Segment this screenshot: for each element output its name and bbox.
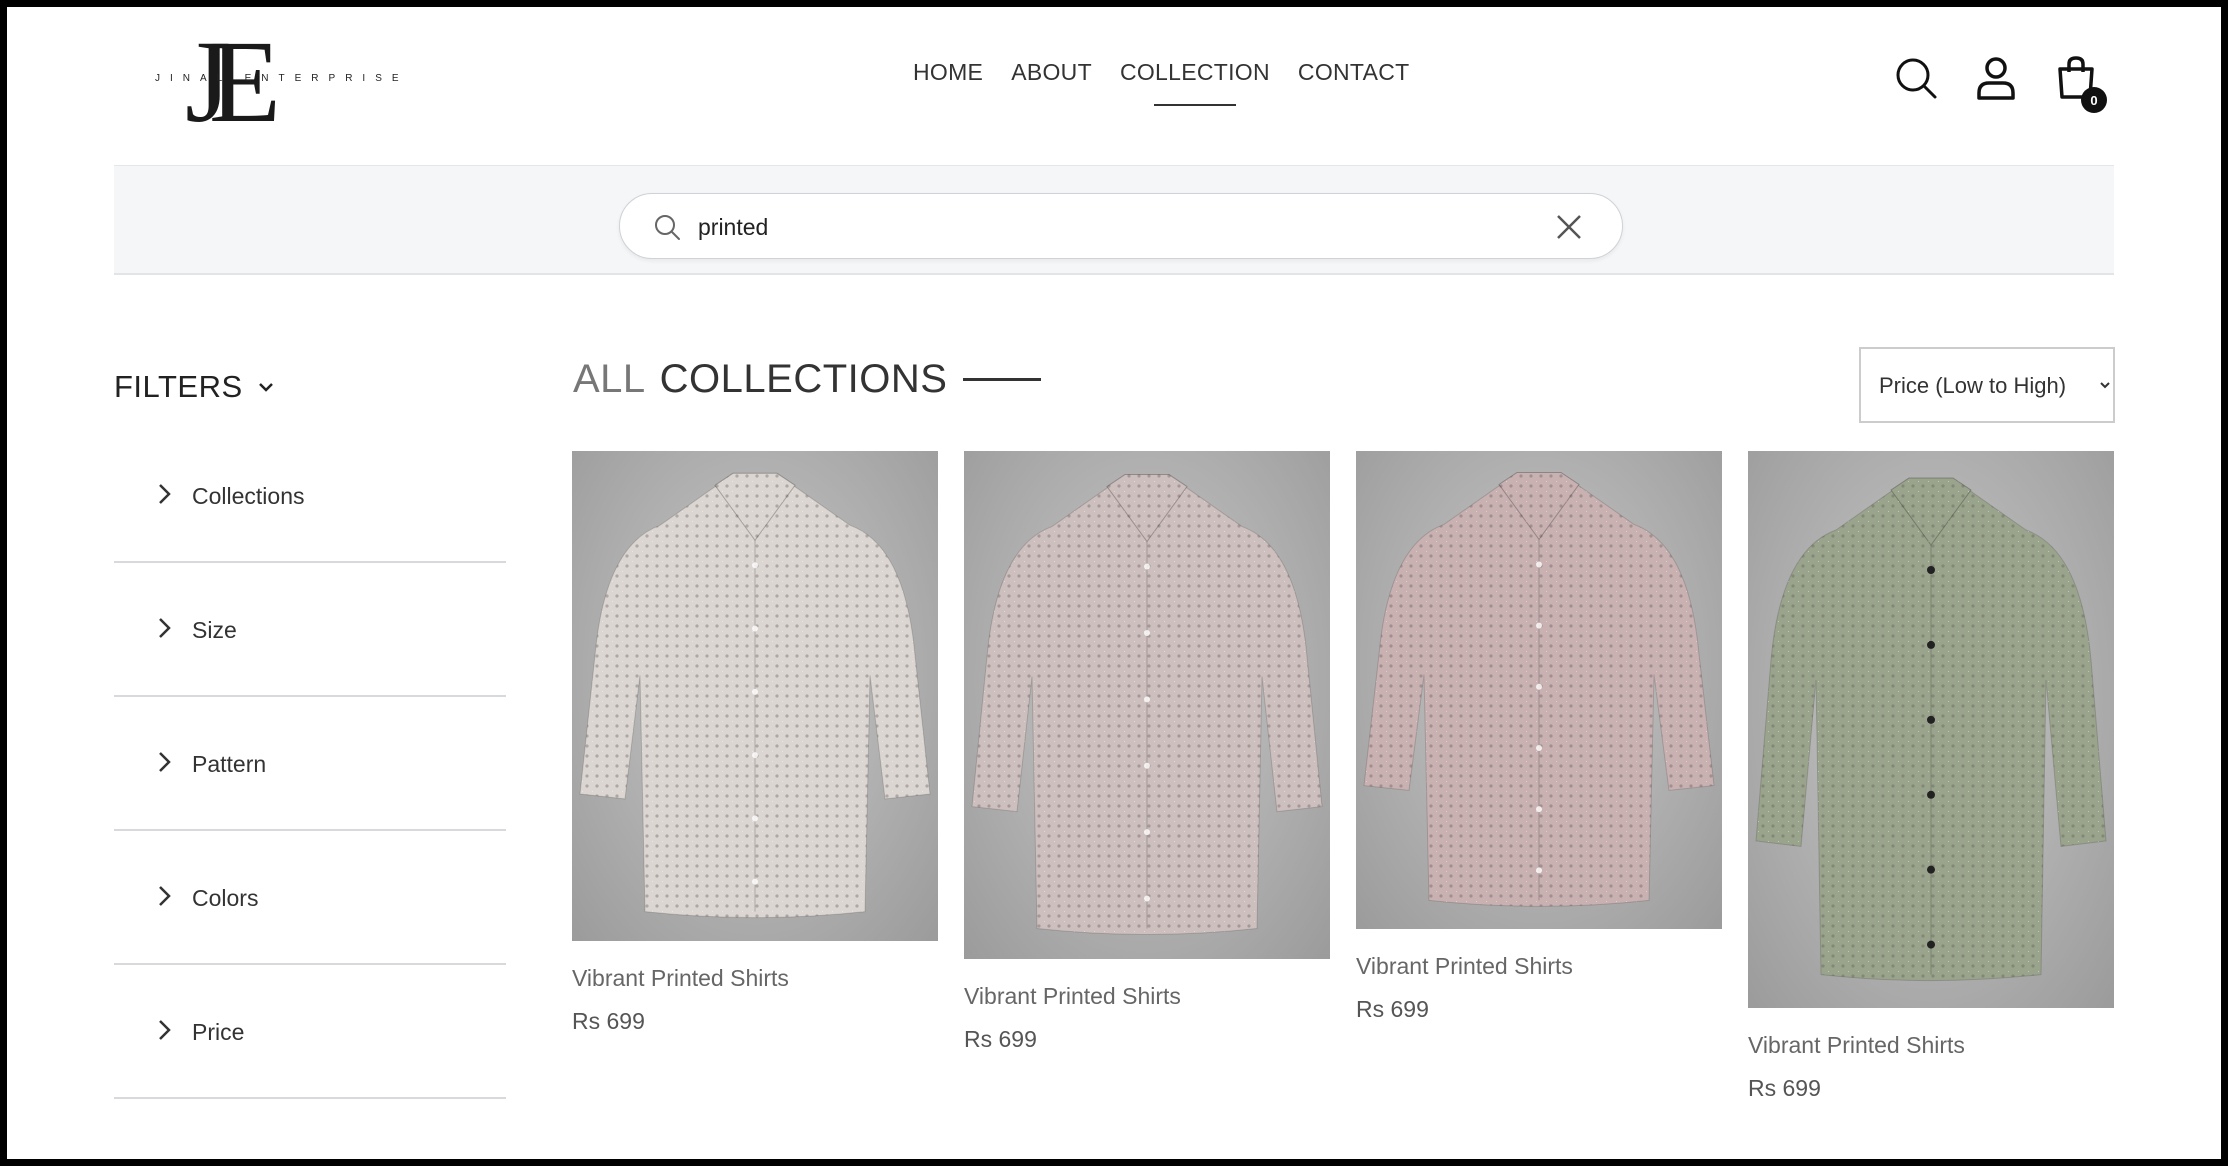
shirt-image xyxy=(1363,471,1715,907)
shirt-button xyxy=(1144,895,1150,902)
shirt-button xyxy=(1927,865,1935,874)
product-image[interactable] xyxy=(1356,451,1722,929)
heading-rule xyxy=(963,378,1042,381)
product-card[interactable]: Vibrant Printed Shirts Rs 699 xyxy=(1748,451,2114,1102)
nav-contact[interactable]: CONTACT xyxy=(1298,59,1410,86)
chevron-right-icon xyxy=(159,1020,171,1040)
product-image[interactable] xyxy=(964,451,1330,959)
product-name[interactable]: Vibrant Printed Shirts xyxy=(1356,953,1722,980)
shirt-button xyxy=(1536,867,1542,874)
search-box xyxy=(619,193,1623,259)
filter-price[interactable]: Price xyxy=(114,965,506,1099)
shopping-bag-icon[interactable]: 0 xyxy=(2053,55,2107,113)
shirt-button xyxy=(1927,565,1935,574)
shirt-image xyxy=(579,472,931,919)
shirt-image xyxy=(1755,477,2107,982)
shirt-button xyxy=(1927,715,1935,724)
filter-collections[interactable]: Collections xyxy=(114,429,506,563)
shirt-button xyxy=(752,878,758,885)
shirt-button xyxy=(752,688,758,695)
shirt-button xyxy=(1927,640,1935,649)
shirt-button xyxy=(752,625,758,632)
heading-dark: COLLECTIONS xyxy=(659,357,948,401)
search-icon xyxy=(655,215,680,240)
chevron-right-icon xyxy=(159,752,171,772)
filters-title: FILTERS xyxy=(114,369,243,404)
filter-size[interactable]: Size xyxy=(114,563,506,697)
shirt-button xyxy=(1144,696,1150,703)
brand-logo[interactable]: JE JINAL ENTERPRISE xyxy=(147,23,447,141)
shirt-image xyxy=(971,474,1323,935)
shirt-button xyxy=(1144,762,1150,769)
chevron-right-icon xyxy=(159,618,171,638)
close-icon[interactable] xyxy=(1554,212,1584,242)
user-icon[interactable] xyxy=(1973,55,2019,101)
shirt-button xyxy=(1144,629,1150,636)
filter-pattern[interactable]: Pattern xyxy=(114,697,506,831)
filter-colors[interactable]: Colors xyxy=(114,831,506,965)
logo-text: JINAL ENTERPRISE xyxy=(155,73,409,84)
product-card[interactable]: Vibrant Printed Shirts Rs 699 xyxy=(572,451,938,1035)
filter-list: Collections Size Pattern Colors Price xyxy=(114,429,506,1099)
sort-select[interactable]: Price (Low to High) xyxy=(1859,347,2115,423)
product-price: Rs 699 xyxy=(572,1008,645,1034)
filter-label: Size xyxy=(192,617,237,643)
collection-heading: ALL COLLECTIONS xyxy=(573,357,1042,402)
product-image[interactable] xyxy=(572,451,938,941)
search-bar-strip xyxy=(114,165,2114,275)
filter-label: Colors xyxy=(192,885,259,911)
filter-label: Pattern xyxy=(192,751,267,777)
product-name[interactable]: Vibrant Printed Shirts xyxy=(1748,1032,2114,1059)
search-icon[interactable] xyxy=(1893,55,1939,101)
shirt-button xyxy=(752,562,758,569)
product-price: Rs 699 xyxy=(964,1026,1037,1052)
filter-label: Collections xyxy=(192,483,305,509)
search-input[interactable] xyxy=(698,206,1518,248)
product-name[interactable]: Vibrant Printed Shirts xyxy=(964,983,1330,1010)
product-name[interactable]: Vibrant Printed Shirts xyxy=(572,965,938,992)
filters-toggle[interactable]: FILTERS xyxy=(114,369,277,405)
product-price: Rs 699 xyxy=(1748,1075,1821,1101)
page: JE JINAL ENTERPRISE HOME ABOUT COLLECTIO… xyxy=(7,7,2221,1159)
chevron-right-icon xyxy=(159,886,171,906)
shirt-button xyxy=(752,752,758,759)
product-price: Rs 699 xyxy=(1356,996,1429,1022)
nav-home[interactable]: HOME xyxy=(913,59,983,86)
shirt-button xyxy=(1144,563,1150,570)
cart-count-badge: 0 xyxy=(2081,87,2107,113)
nav-collection[interactable]: COLLECTION xyxy=(1120,59,1270,106)
chevron-down-icon xyxy=(258,383,273,392)
main-nav: HOME ABOUT COLLECTION CONTACT xyxy=(913,59,1410,106)
heading-light: ALL xyxy=(573,357,646,401)
product-card[interactable]: Vibrant Printed Shirts Rs 699 xyxy=(1356,451,1722,1023)
shirt-button xyxy=(1536,683,1542,690)
product-card[interactable]: Vibrant Printed Shirts Rs 699 xyxy=(964,451,1330,1053)
shirt-button xyxy=(1927,790,1935,799)
chevron-right-icon xyxy=(159,484,171,504)
filter-label: Price xyxy=(192,1019,245,1045)
nav-about[interactable]: ABOUT xyxy=(1011,59,1092,86)
product-image[interactable] xyxy=(1748,451,2114,1008)
shirt-button xyxy=(1536,806,1542,813)
shirt-button xyxy=(1144,829,1150,836)
shirt-button xyxy=(752,815,758,822)
shirt-button xyxy=(1536,561,1542,568)
shirt-button xyxy=(1536,744,1542,751)
shirt-button xyxy=(1927,940,1935,949)
shirt-button xyxy=(1536,622,1542,629)
